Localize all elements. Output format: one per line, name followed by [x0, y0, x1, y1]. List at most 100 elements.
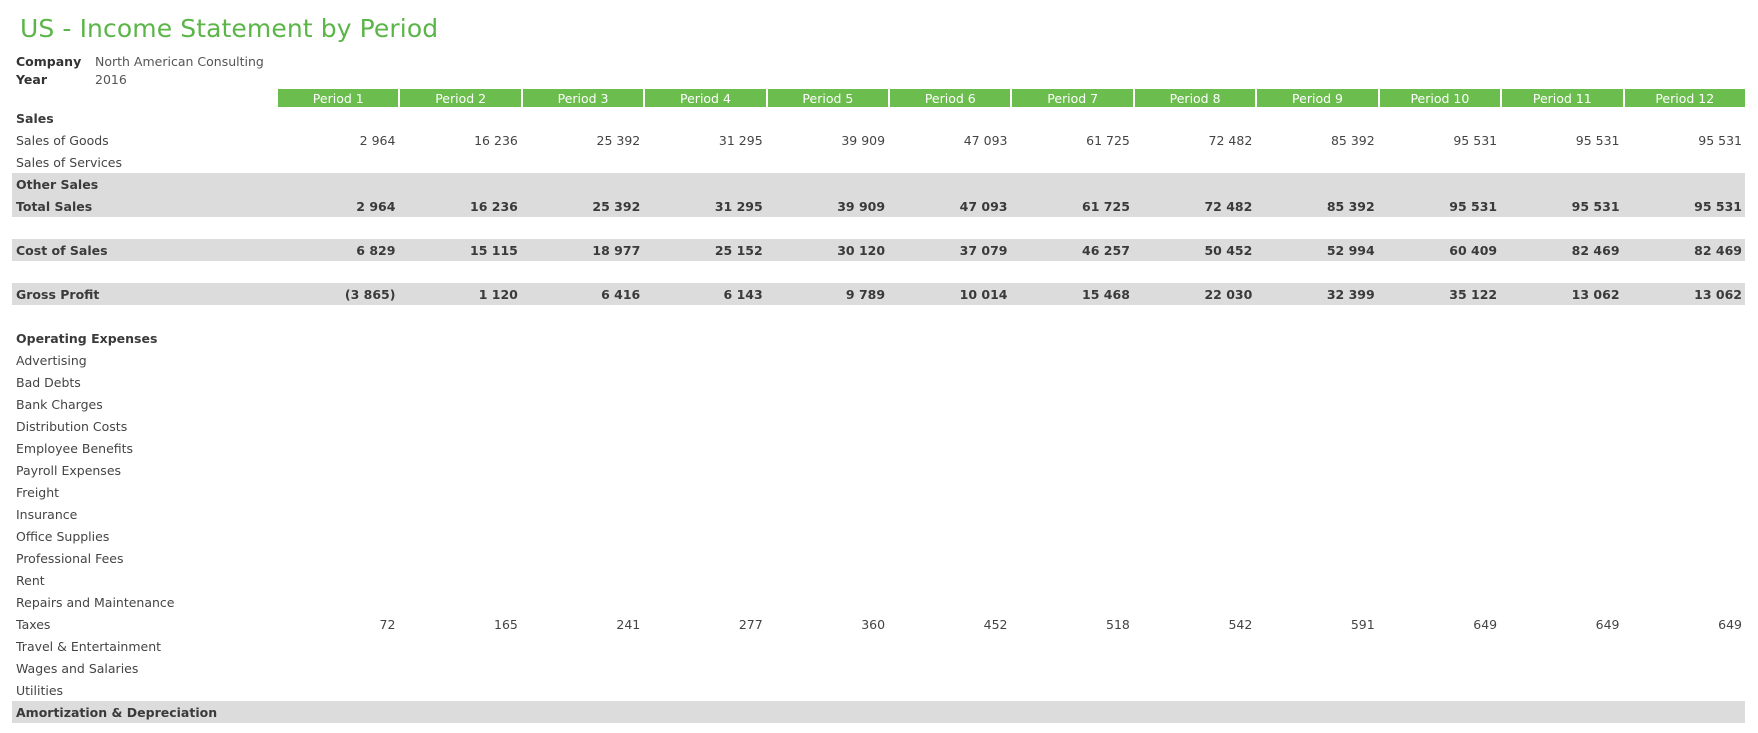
value-cell: 47 093	[888, 195, 1011, 217]
value-cell	[1255, 107, 1377, 129]
value-cell: 18 977	[520, 239, 644, 261]
value-cell	[398, 481, 520, 503]
value-cell	[1623, 393, 1745, 415]
value-cell	[1500, 437, 1622, 459]
period-header-2[interactable]: Period 2	[398, 89, 521, 107]
period-header-3[interactable]: Period 3	[520, 89, 644, 107]
value-cell	[888, 635, 1010, 657]
year-value[interactable]: 2016	[95, 72, 127, 87]
value-cell: 6 143	[643, 283, 766, 305]
value-cell	[1623, 305, 1745, 327]
spacer-row	[12, 217, 1745, 239]
value-cell: 15 468	[1010, 283, 1133, 305]
value-cell: 10 014	[888, 283, 1011, 305]
value-cell	[398, 591, 520, 613]
value-cell: 165	[494, 616, 518, 632]
value-cell	[398, 459, 520, 481]
value-cell	[1255, 679, 1377, 701]
table-row: Other Sales	[12, 173, 1745, 195]
value-cell: 46 257	[1010, 239, 1133, 261]
value-cell: 35 122	[1377, 283, 1501, 305]
value-cell	[398, 349, 520, 371]
value-cell	[765, 701, 889, 723]
company-filter: Company North American Consulting	[16, 53, 264, 71]
value-cell	[888, 459, 1010, 481]
value-cell	[521, 481, 643, 503]
value-cell	[643, 107, 765, 129]
table-row: Advertising	[12, 349, 1745, 371]
value-cell	[1500, 217, 1622, 239]
period-header-6[interactable]: Period 6	[888, 89, 1011, 107]
value-cell	[1378, 371, 1500, 393]
period-header-8[interactable]: Period 8	[1132, 89, 1256, 107]
company-value[interactable]: North American Consulting	[95, 54, 264, 69]
value-cell	[1378, 525, 1500, 547]
value-cell	[1255, 393, 1377, 415]
value-cell	[1133, 459, 1255, 481]
value-cell	[1133, 569, 1255, 591]
value-cell: 2 964	[276, 195, 399, 217]
value-cell: 452	[983, 616, 1008, 632]
row-label: Taxes	[16, 616, 51, 632]
value-cell	[888, 217, 1010, 239]
table-row: Utilities	[12, 679, 1745, 701]
value-cell	[766, 393, 888, 415]
value-cell	[1500, 569, 1622, 591]
company-label: Company	[16, 54, 82, 69]
value-cell	[1623, 547, 1745, 569]
row-label: Total Sales	[12, 195, 277, 217]
value-cell	[1133, 415, 1255, 437]
value-cell	[888, 151, 1010, 173]
value-cell: 649	[1595, 616, 1620, 632]
row-label: Bank Charges	[16, 396, 103, 412]
value-cell	[888, 393, 1010, 415]
value-cell: 13 062	[1622, 283, 1745, 305]
table-row: Taxes 72 165 241 277 360 452 518 542 591 649 649 649	[12, 613, 1745, 635]
value-cell	[766, 371, 888, 393]
value-cell	[1010, 393, 1132, 415]
table-row: Freight	[12, 481, 1745, 503]
value-cell	[1010, 701, 1133, 723]
value-cell	[888, 503, 1010, 525]
value-cell: 50 452	[1132, 239, 1256, 261]
value-cell: 72 482	[1208, 132, 1253, 148]
table-row: Sales of Services	[12, 151, 1745, 173]
period-header-5[interactable]: Period 5	[765, 89, 889, 107]
value-cell	[1133, 371, 1255, 393]
value-cell	[276, 547, 398, 569]
table-row: Cost of Sales 6 829 15 115 18 977 25 152 30 1…	[12, 239, 1745, 261]
value-cell	[1010, 547, 1132, 569]
value-cell: 1 120	[398, 283, 521, 305]
value-cell: 61 725	[1010, 195, 1133, 217]
value-cell	[1133, 591, 1255, 613]
period-header-1[interactable]: Period 1	[276, 89, 399, 107]
value-cell	[1010, 657, 1132, 679]
value-cell	[521, 349, 643, 371]
period-header-11[interactable]: Period 11	[1500, 89, 1623, 107]
value-cell	[643, 393, 765, 415]
period-header-12[interactable]: Period 12	[1622, 89, 1745, 107]
period-header-10[interactable]: Period 10	[1377, 89, 1501, 107]
period-header-9[interactable]: Period 9	[1255, 89, 1378, 107]
value-cell	[1255, 349, 1377, 371]
value-cell	[1010, 525, 1132, 547]
value-cell: 82 469	[1500, 239, 1623, 261]
value-cell: 241	[616, 616, 641, 632]
value-cell	[1133, 679, 1255, 701]
value-cell: 52 994	[1255, 239, 1378, 261]
value-cell	[1623, 415, 1745, 437]
value-cell: 32 399	[1255, 283, 1378, 305]
value-cell	[1500, 679, 1622, 701]
value-cell	[1378, 503, 1500, 525]
period-header-7[interactable]: Period 7	[1010, 89, 1133, 107]
value-cell	[521, 591, 643, 613]
value-cell	[1378, 261, 1500, 283]
value-cell	[1255, 591, 1377, 613]
value-cell	[521, 415, 643, 437]
period-header-4[interactable]: Period 4	[643, 89, 766, 107]
value-cell	[1010, 635, 1132, 657]
value-cell	[1010, 217, 1132, 239]
value-cell	[1010, 327, 1132, 349]
value-cell	[1132, 701, 1256, 723]
value-cell	[888, 349, 1010, 371]
